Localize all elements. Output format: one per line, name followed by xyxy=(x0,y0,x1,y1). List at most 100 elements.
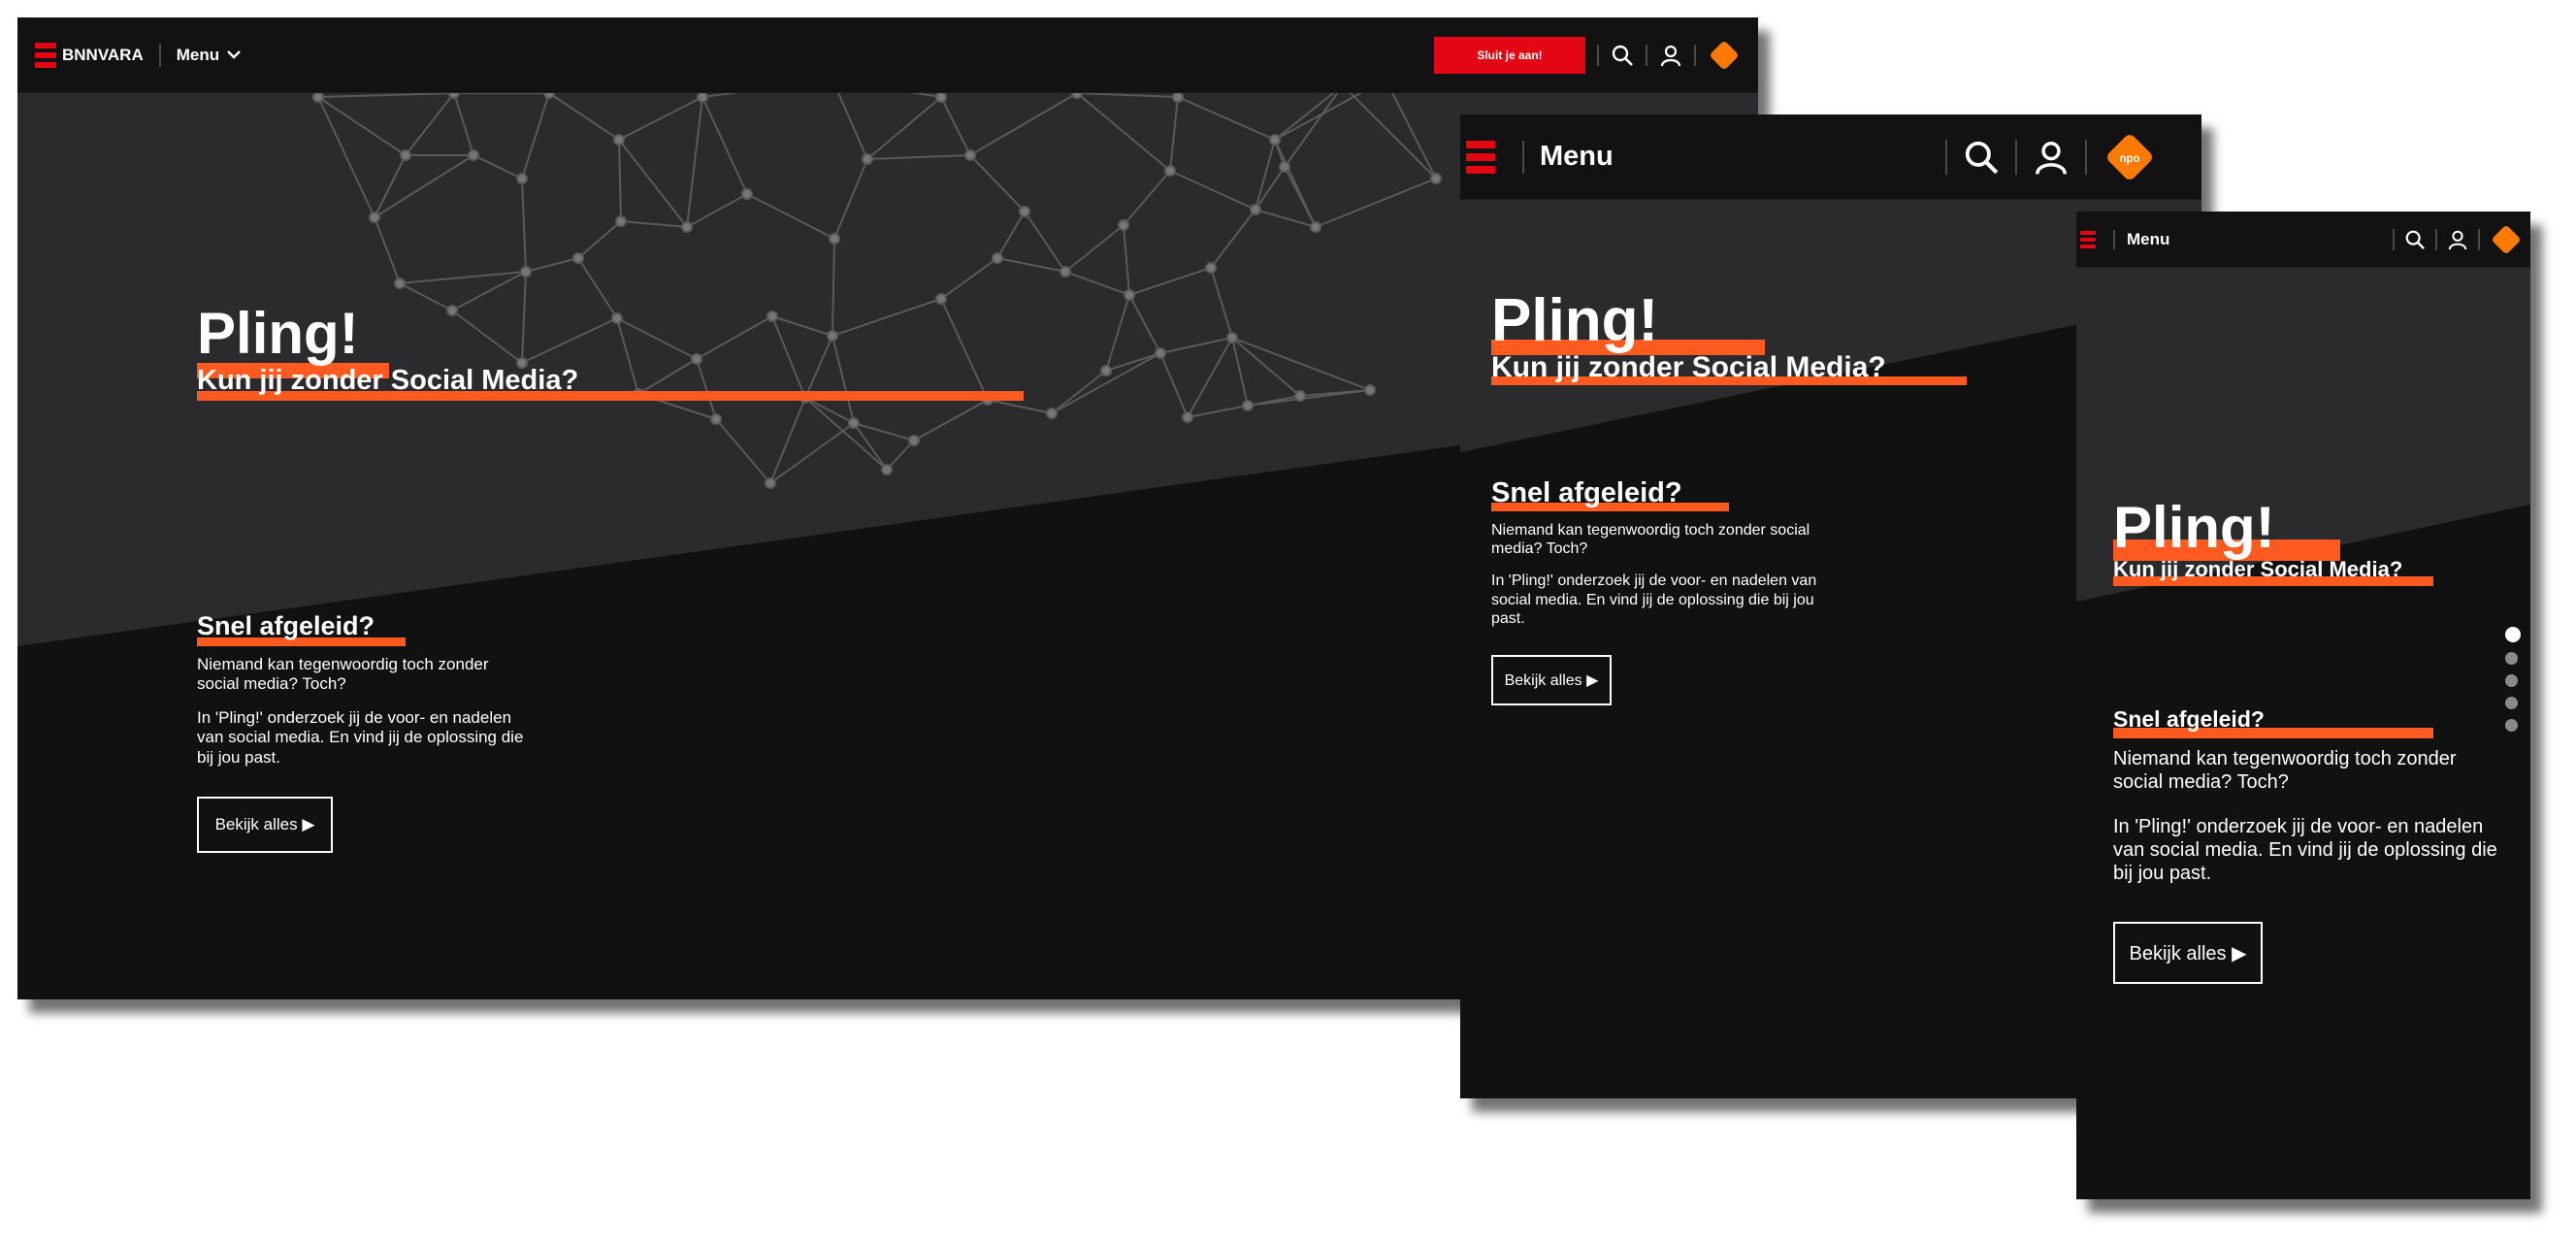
network-node xyxy=(1100,365,1112,376)
bnnvara-logo[interactable] xyxy=(35,42,56,68)
mobile-mockup: Menu Pling! Kun jij zonder Social Media?… xyxy=(2076,212,2530,1199)
search-icon[interactable] xyxy=(1611,44,1634,67)
network-node xyxy=(1226,332,1238,343)
section-title: Snel afgeleid? xyxy=(197,611,375,640)
hero: Pling! Kun jij zonder Social Media? xyxy=(197,301,1024,401)
network-node xyxy=(691,353,702,365)
view-all-button[interactable]: Bekijk alles ▶ xyxy=(2113,922,2263,984)
network-node xyxy=(394,278,406,289)
npo-logo[interactable]: npo xyxy=(2103,130,2157,184)
slider-dot[interactable] xyxy=(2505,627,2521,642)
network-node xyxy=(908,435,920,446)
menu-button[interactable]: Menu xyxy=(1540,141,1614,173)
search-icon[interactable] xyxy=(1963,139,2000,176)
network-node xyxy=(369,212,380,223)
network-node xyxy=(516,173,528,184)
network-node xyxy=(848,417,860,429)
network-node xyxy=(1124,289,1135,301)
intro-section: Snel afgeleid? Niemand kan tegenwoordig … xyxy=(197,613,532,853)
hero-subtitle: Kun jij zonder Social Media? xyxy=(197,365,579,396)
hero-background xyxy=(2076,212,2530,602)
menu-button[interactable]: Menu xyxy=(177,46,219,65)
network-node xyxy=(520,266,532,278)
header-divider xyxy=(2113,229,2115,249)
network-node xyxy=(1242,400,1254,411)
network-node xyxy=(400,149,411,161)
network-node xyxy=(766,310,778,322)
slider-dot[interactable] xyxy=(2505,674,2518,687)
network-node xyxy=(964,149,976,161)
hero: Pling! Kun jij zonder Social Media? xyxy=(1491,287,1967,385)
search-icon[interactable] xyxy=(2404,229,2426,250)
network-node xyxy=(1294,390,1306,402)
section-paragraph-1: Niemand kan tegenwoordig toch zonder soc… xyxy=(2113,748,2457,793)
network-node xyxy=(1205,262,1217,274)
network-node xyxy=(741,188,753,200)
slider-dot[interactable] xyxy=(2505,719,2518,732)
section-title: Snel afgeleid? xyxy=(1491,477,1682,508)
network-node xyxy=(1019,206,1030,217)
network-node xyxy=(829,233,840,245)
network-node xyxy=(1060,266,1071,278)
section-paragraph-1: Niemand kan tegenwoordig toch zonder soc… xyxy=(1491,522,1810,558)
network-node xyxy=(613,134,625,146)
network-node xyxy=(1182,411,1193,423)
network-node xyxy=(615,215,627,227)
network-node xyxy=(1164,165,1176,177)
view-all-button[interactable]: Bekijk alles ▶ xyxy=(197,796,333,853)
network-node xyxy=(572,252,584,264)
section-title: Snel afgeleid? xyxy=(2113,706,2265,732)
npo-logo[interactable] xyxy=(2490,223,2523,256)
network-node xyxy=(935,91,947,103)
network-node xyxy=(1364,384,1376,396)
section-paragraph-2: In 'Pling!' onderzoek jij de voor- en na… xyxy=(2113,816,2497,884)
section-paragraph-2: In 'Pling!' onderzoek jij de voor- en na… xyxy=(197,707,524,767)
network-node xyxy=(1172,91,1184,103)
hero-title: Pling! xyxy=(197,301,359,366)
network-node xyxy=(1118,219,1129,231)
hero-subtitle: Kun jij zonder Social Media? xyxy=(1491,351,1886,383)
network-node xyxy=(765,477,776,489)
user-icon[interactable] xyxy=(1659,44,1682,67)
network-node xyxy=(681,221,693,233)
hero-subtitle: Kun jij zonder Social Media? xyxy=(2113,557,2403,581)
chevron-down-icon[interactable] xyxy=(227,47,241,64)
network-node xyxy=(935,293,947,305)
svg-text:npo: npo xyxy=(2119,152,2139,164)
join-button[interactable]: Sluit je aan! xyxy=(1434,36,1585,74)
network-node xyxy=(1155,347,1166,359)
hero-title: Pling! xyxy=(1491,287,1659,354)
header-divider xyxy=(1522,140,1524,174)
intro-section: Snel afgeleid? Niemand kan tegenwoordig … xyxy=(1491,479,1831,705)
network-node xyxy=(1279,161,1290,173)
npo-logo[interactable] xyxy=(1708,39,1741,72)
network-node xyxy=(862,153,873,165)
network-node xyxy=(1310,221,1321,233)
network-node xyxy=(1046,408,1058,419)
network-node xyxy=(1269,134,1281,146)
section-paragraph-2: In 'Pling!' onderzoek jij de voor- en na… xyxy=(1491,572,1817,627)
user-icon[interactable] xyxy=(2033,139,2070,176)
menu-button[interactable]: Menu xyxy=(2127,230,2169,249)
network-node xyxy=(1430,173,1442,184)
site-header: BNNVARA Menu Sluit je aan! xyxy=(17,17,1758,93)
network-node xyxy=(1250,204,1261,215)
slider-dot[interactable] xyxy=(2505,652,2518,665)
network-node xyxy=(312,91,324,103)
user-icon[interactable] xyxy=(2447,229,2468,250)
slider-dot[interactable] xyxy=(2505,697,2518,709)
site-header: Menu xyxy=(2076,212,2530,268)
network-node xyxy=(468,149,479,161)
slider-dots xyxy=(2505,627,2521,732)
view-all-button[interactable]: Bekijk alles ▶ xyxy=(1491,654,1612,705)
network-node xyxy=(827,330,838,342)
brand-name[interactable]: BNNVARA xyxy=(62,46,144,65)
bnnvara-logo[interactable] xyxy=(1466,140,1495,174)
bnnvara-logo[interactable] xyxy=(2080,230,2096,248)
section-paragraph-1: Niemand kan tegenwoordig toch zonder soc… xyxy=(197,655,489,694)
network-node xyxy=(710,413,722,425)
site-header: Menu npo xyxy=(1460,114,2201,200)
network-node xyxy=(881,464,893,475)
network-node xyxy=(992,252,1003,264)
hero-title: Pling! xyxy=(2113,495,2275,560)
